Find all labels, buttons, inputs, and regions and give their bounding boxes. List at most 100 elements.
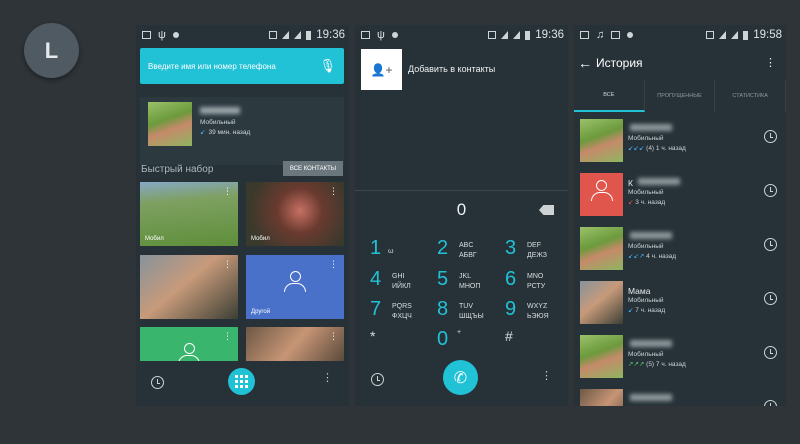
contact-name-blurred — [638, 178, 680, 185]
overflow-menu-icon[interactable]: ⋮ — [541, 371, 552, 382]
key-letters: MNO РСТУ — [527, 273, 546, 290]
add-to-contacts-row[interactable]: 👤+ Добавить в контакты — [355, 45, 568, 93]
history-row[interactable] — [574, 386, 786, 406]
image-icon — [611, 31, 621, 39]
call-details-clock-icon[interactable] — [764, 184, 777, 197]
microphone-icon[interactable]: 🎙 — [319, 58, 336, 74]
notification-dot-icon — [172, 32, 179, 38]
key-letters: WXYZ ЬЭЮЯ — [527, 303, 549, 320]
incoming-call-icon: ↙ — [200, 129, 206, 136]
key-digit: 6 — [505, 268, 517, 290]
key-letters: GHI ИЙКЛ — [392, 273, 411, 290]
dialpad-key-8[interactable]: 8 TUV ШЩЪЫ — [437, 298, 497, 328]
contact-phone-type: Мобильный — [628, 297, 664, 304]
history-row[interactable]: Мобильный ↙↙↙ (4) 1 ч. назад — [574, 116, 786, 170]
image-icon — [361, 31, 370, 39]
person-icon — [284, 270, 306, 293]
key-digit: 4 — [370, 268, 382, 290]
speed-dial-tile[interactable]: ⋮ Мобил — [246, 182, 344, 246]
add-contact-icon: 👤+ — [361, 49, 402, 90]
contact-photo — [580, 227, 623, 270]
recent-contact-card[interactable]: Мобильный ↙ 39 мин. назад — [140, 97, 344, 165]
status-bar: ψ 19:36 — [355, 25, 568, 45]
call-details-clock-icon[interactable] — [764, 130, 777, 143]
history-row[interactable]: Мама Мобильный ↙ 7 ч. назад — [574, 278, 786, 332]
usb-icon: ψ — [158, 29, 166, 41]
person-icon — [590, 180, 613, 202]
app-bar: ← История ⋮ — [574, 45, 786, 80]
speed-dial-tile[interactable]: ⋮ — [140, 255, 238, 319]
all-contacts-button[interactable]: ВСЕ КОНТАКТЫ — [283, 161, 343, 176]
more-icon[interactable]: ⋮ — [223, 332, 232, 341]
dialpad-key-0[interactable]: 0 + — [437, 328, 497, 358]
dialpad-key-star[interactable]: * — [370, 328, 430, 358]
key-digit: 9 — [505, 298, 517, 320]
key-letters: + — [457, 329, 462, 336]
dialpad-key-9[interactable]: 9 WXYZ ЬЭЮЯ — [505, 298, 565, 328]
speed-dial-tile[interactable]: ⋮ Мобил — [140, 182, 238, 246]
signal-icon — [294, 31, 302, 39]
history-clock-icon[interactable] — [371, 373, 384, 386]
dialpad-button[interactable] — [228, 368, 255, 395]
history-clock-icon[interactable] — [151, 376, 164, 389]
key-digit: 2 — [437, 237, 449, 259]
more-icon[interactable]: ⋮ — [329, 332, 338, 341]
overflow-menu-icon[interactable]: ⋮ — [322, 373, 333, 384]
person-icon — [178, 343, 200, 361]
more-icon[interactable]: ⋮ — [223, 187, 232, 196]
history-row[interactable]: Мобильный ↗↗↗ (5) 7 ч. назад — [574, 332, 786, 386]
more-icon[interactable]: ⋮ — [223, 260, 232, 269]
image-icon — [580, 31, 589, 39]
page-title: История — [596, 55, 643, 70]
speed-dial-tile[interactable]: ⋮ — [140, 327, 238, 361]
call-detail: ↙ 3 ч. назад — [628, 199, 666, 206]
call-direction-icon: ↗↗↗ — [628, 361, 647, 368]
key-digit: 0 — [437, 328, 449, 350]
call-details-clock-icon[interactable] — [764, 292, 777, 305]
notification-dot-icon — [627, 32, 634, 38]
key-digit: 5 — [437, 268, 449, 290]
history-row[interactable]: Мобильный ↙↙↗ 4 ч. назад — [574, 224, 786, 278]
key-letters: PQRS ФХЦЧ — [392, 303, 412, 320]
contact-photo — [580, 173, 623, 216]
speed-dial-title: Быстрый набор — [141, 164, 214, 175]
dialpad-key-hash[interactable]: # — [505, 328, 565, 358]
speed-dial-tile[interactable]: ⋮ Другой — [246, 255, 344, 319]
status-time: 19:36 — [316, 29, 345, 41]
more-icon[interactable]: ⋮ — [329, 260, 338, 269]
dialpad-key-7[interactable]: 7 PQRS ФХЦЧ — [370, 298, 430, 328]
speed-dial-tile[interactable]: ⋮ — [246, 327, 344, 361]
dialpad-key-3[interactable]: 3 DEF ДЕЖЗ — [505, 237, 565, 267]
status-bar: ♫ 19:58 — [574, 25, 786, 45]
history-tabs: ВСЕ ПРОПУЩЕННЫЕ СТАТИСТИКА — [574, 80, 786, 112]
dialpad-key-4[interactable]: 4 GHI ИЙКЛ — [370, 268, 430, 298]
tab-missed[interactable]: ПРОПУЩЕННЫЕ — [645, 80, 716, 112]
contact-name-blurred — [200, 107, 240, 114]
contact-photo — [580, 389, 623, 406]
overflow-menu-icon[interactable]: ⋮ — [765, 57, 776, 68]
call-detail: ↙↙↙ (4) 1 ч. назад — [628, 145, 686, 152]
tab-statistics[interactable]: СТАТИСТИКА — [715, 80, 786, 112]
call-details-clock-icon[interactable] — [764, 400, 777, 406]
dialpad-key-1[interactable]: 1ω — [370, 237, 430, 267]
call-details-clock-icon[interactable] — [764, 346, 777, 359]
key-letters: ABC АБВГ — [459, 242, 477, 259]
bottom-bar: ✆ ⋮ — [355, 358, 568, 406]
history-row[interactable]: К Мобильный ↙ 3 ч. назад — [574, 170, 786, 224]
tab-all[interactable]: ВСЕ — [574, 80, 645, 112]
key-digit: * — [370, 328, 376, 344]
dialpad-key-6[interactable]: 6 MNO РСТУ — [505, 268, 565, 298]
contact-name: Мама — [628, 286, 651, 296]
call-details-clock-icon[interactable] — [764, 238, 777, 251]
search-input[interactable]: Введите имя или номер телефона 🎙 — [140, 48, 344, 84]
more-icon[interactable]: ⋮ — [329, 187, 338, 196]
call-button[interactable]: ✆ — [443, 360, 478, 395]
dialpad-key-5[interactable]: 5 JKL МНОП — [437, 268, 497, 298]
key-digit: 7 — [370, 298, 382, 320]
dialpad-key-2[interactable]: 2 ABC АБВГ — [437, 237, 497, 267]
account-avatar[interactable]: L — [24, 23, 79, 78]
back-arrow-icon[interactable]: ← — [578, 55, 592, 71]
signal-icon — [513, 31, 521, 39]
dialed-number[interactable]: 0 — [355, 200, 568, 220]
battery-icon — [306, 30, 312, 40]
